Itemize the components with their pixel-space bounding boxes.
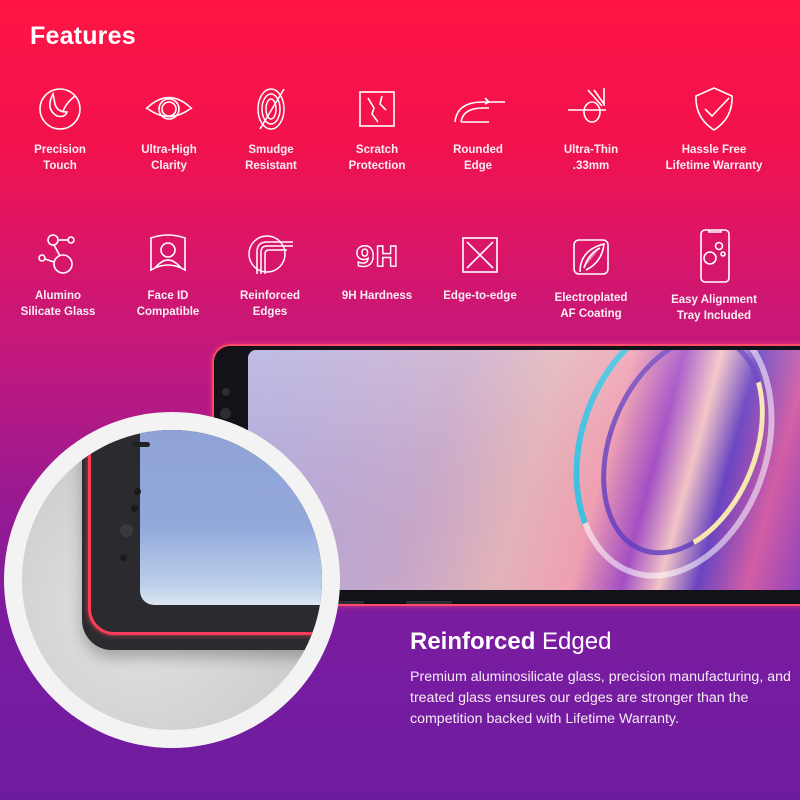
feature-label: Edge bbox=[463, 160, 493, 172]
coating-icon bbox=[531, 232, 651, 284]
magnifier-content bbox=[22, 430, 322, 730]
rounded-edge-icon bbox=[418, 84, 538, 136]
zoomed-screen bbox=[140, 430, 322, 605]
feature-label: Alumino bbox=[35, 290, 81, 302]
front-camera bbox=[120, 524, 133, 537]
thin-layer-icon bbox=[531, 84, 651, 136]
heading-bold: Reinforced bbox=[410, 628, 536, 655]
feature-label: Ultra-High bbox=[141, 144, 197, 156]
feature-label: Scratch bbox=[355, 144, 399, 156]
sensor-dot bbox=[134, 488, 141, 495]
feature-label: Clarity bbox=[151, 160, 187, 172]
section-description: Premium aluminosilicate glass, precision… bbox=[410, 669, 791, 727]
feature-label: Reinforced bbox=[239, 290, 301, 302]
sensor-dot bbox=[120, 554, 127, 561]
fingerprint-crossed-icon bbox=[211, 84, 331, 136]
phone-alignment-icon bbox=[654, 228, 774, 286]
feature-label: Lifetime Warranty bbox=[665, 160, 763, 172]
feature-precision-touch: Precision Touch bbox=[0, 84, 120, 174]
feature-alignment-tray: Easy Alignment Tray Included bbox=[654, 228, 774, 324]
feature-label: AF Coating bbox=[560, 308, 622, 320]
feature-label: Ultra-Thin bbox=[563, 144, 619, 156]
precision-touch-icon bbox=[0, 84, 120, 136]
feature-label: Easy Alignment bbox=[671, 294, 757, 306]
reinforced-edge-icon bbox=[210, 230, 330, 282]
feature-label: Edges bbox=[252, 306, 288, 318]
feature-label: 9H Hardness bbox=[341, 290, 413, 302]
feature-label: Protection bbox=[348, 160, 406, 172]
feature-af-coating: Electroplated AF Coating bbox=[531, 232, 651, 322]
feature-label: Electroplated bbox=[554, 292, 628, 304]
phone-camera bbox=[220, 408, 231, 419]
9h-text: 9H bbox=[356, 240, 399, 273]
feature-smudge-resistant: Smudge Resistant bbox=[211, 84, 331, 174]
feature-label: Precision bbox=[34, 144, 86, 156]
feature-label: Edge-to-edge bbox=[443, 290, 517, 302]
feature-label: Hassle Free bbox=[681, 144, 747, 156]
feature-label: Tray Included bbox=[676, 310, 752, 322]
feature-9h-hardness: 9H 9H Hardness bbox=[317, 230, 437, 304]
page-title: Features bbox=[30, 22, 136, 50]
feature-label: Compatible bbox=[136, 306, 200, 318]
feature-label: Face ID bbox=[147, 290, 189, 302]
earpiece bbox=[132, 442, 150, 447]
feature-ultra-thin: Ultra-Thin .33mm bbox=[531, 84, 651, 174]
sensor-dot bbox=[131, 505, 138, 512]
section-heading: Reinforced Edged bbox=[410, 628, 611, 656]
feature-rounded-edge: Rounded Edge bbox=[418, 84, 538, 174]
phone-side-button bbox=[406, 601, 452, 604]
feature-alumino-silicate: Alumino Silicate Glass bbox=[0, 230, 118, 320]
feature-label: Silicate Glass bbox=[20, 306, 96, 318]
magnifier-circle bbox=[4, 412, 340, 748]
edge-to-edge-icon bbox=[420, 230, 540, 282]
feature-lifetime-warranty: Hassle Free Lifetime Warranty bbox=[654, 84, 774, 174]
molecule-icon bbox=[0, 230, 118, 282]
heading-light: Edged bbox=[542, 628, 612, 655]
9h-icon: 9H bbox=[317, 230, 437, 282]
feature-label: .33mm bbox=[572, 160, 610, 172]
feature-label: Resistant bbox=[245, 160, 297, 172]
feature-edge-to-edge: Edge-to-edge bbox=[420, 230, 540, 304]
shield-check-icon bbox=[654, 84, 774, 136]
feature-label: Touch bbox=[43, 160, 77, 172]
feature-label: Smudge bbox=[248, 144, 294, 156]
feature-reinforced-edges: Reinforced Edges bbox=[210, 230, 330, 320]
phone-sensor bbox=[222, 388, 230, 396]
feature-label: Rounded bbox=[453, 144, 503, 156]
